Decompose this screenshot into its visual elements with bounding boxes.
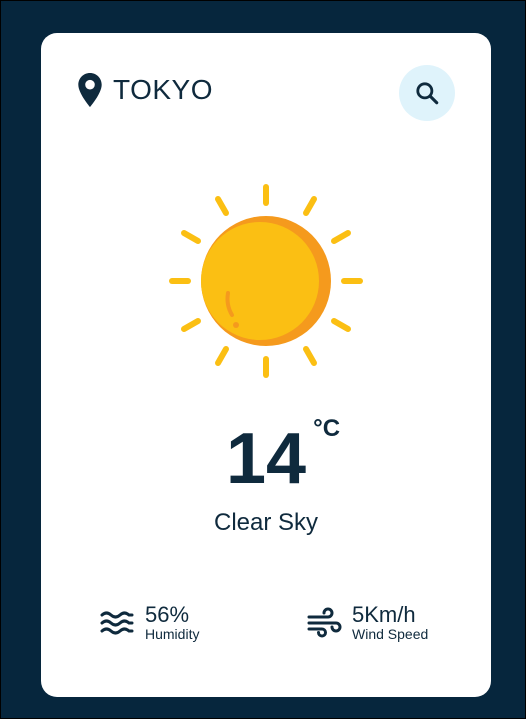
- city-name: TOKYO: [113, 74, 214, 105]
- weather-description: Clear Sky: [213, 509, 319, 536]
- wind-label: Wind Speed: [352, 626, 429, 643]
- temperature-number: 14: [225, 419, 307, 499]
- temperature: 14 °C: [41, 417, 491, 496]
- wind-stat: 5Km/h Wind Speed: [306, 602, 429, 643]
- map-pin-icon: [78, 73, 102, 107]
- weather-card: TOKYO 14 °C Clear Sky 56% Humidity 5Km/h…: [41, 33, 491, 697]
- card-header: TOKYO: [41, 33, 491, 153]
- humidity-stat: 56% Humidity: [99, 602, 200, 643]
- temperature-unit: °C: [313, 415, 341, 442]
- wind-text: 5Km/h Wind Speed: [352, 602, 429, 643]
- weather-illustration: [166, 181, 366, 381]
- search-icon: [416, 82, 439, 105]
- temperature-value: 14 °C: [226, 417, 340, 496]
- search-button[interactable]: [399, 65, 455, 121]
- humidity-value: 56%: [145, 602, 190, 627]
- wind-icon: [307, 607, 342, 638]
- location: TOKYO: [77, 73, 213, 107]
- wind-value: 5Km/h: [352, 602, 416, 627]
- sun-icon: [169, 184, 363, 378]
- humidity-label: Humidity: [145, 626, 200, 643]
- humidity-text: 56% Humidity: [145, 602, 200, 643]
- app-background: TOKYO 14 °C Clear Sky 56% Humidity 5Km/h…: [0, 0, 526, 719]
- waves-icon: [100, 611, 134, 635]
